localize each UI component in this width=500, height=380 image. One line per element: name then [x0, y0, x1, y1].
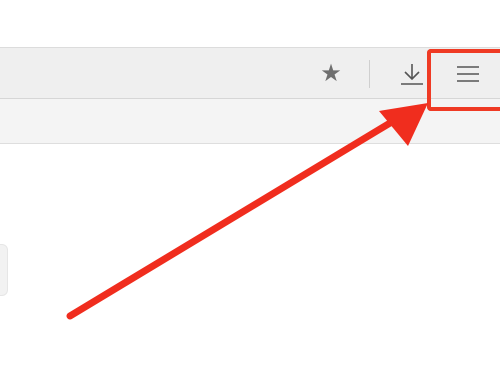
bookmarks-bar — [0, 99, 500, 144]
page-content — [0, 144, 500, 380]
download-icon — [401, 64, 423, 85]
hamburger-menu-icon — [457, 66, 479, 82]
star-icon: ★ — [320, 60, 342, 87]
bookmark-star-button[interactable]: ★ — [312, 58, 350, 90]
tab-strip-area — [0, 0, 500, 47]
download-button[interactable] — [394, 58, 430, 90]
content-card — [0, 244, 8, 296]
toolbar-separator — [369, 60, 370, 88]
main-menu-button[interactable] — [446, 58, 490, 90]
browser-window: ★ — [0, 0, 500, 380]
